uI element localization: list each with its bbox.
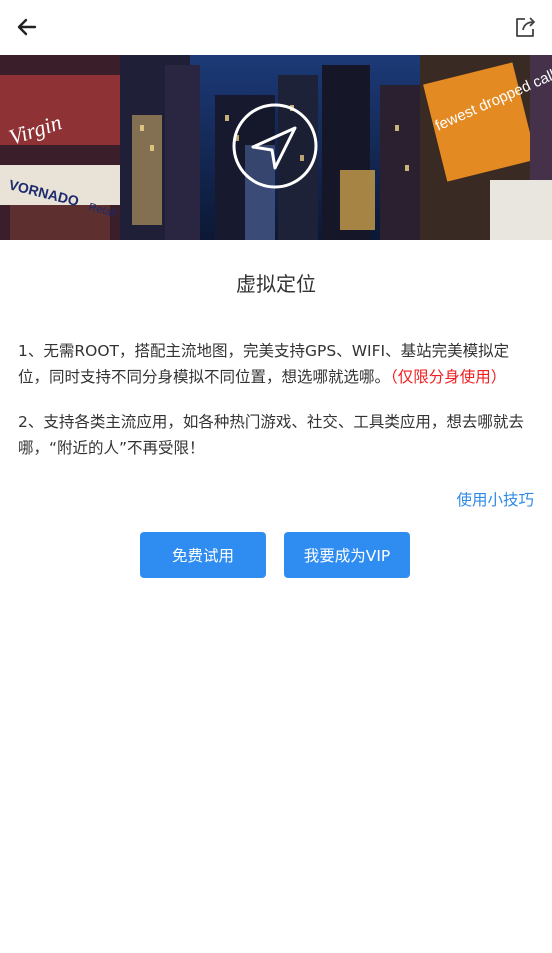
navigation-arrow-icon: [232, 103, 318, 189]
usage-tips-link[interactable]: 使用小技巧: [456, 488, 534, 510]
page-title: 虚拟定位: [236, 272, 316, 296]
feature-description-2: 2、支持各类主流应用，如各种热门游戏、社交、工具类应用，想去哪就去哪，“附近的人…: [18, 413, 524, 457]
free-trial-button[interactable]: 免费试用: [140, 532, 266, 578]
feature-description-1: 1、无需ROOT，搭配主流地图，完美支持GPS、WIFI、基站完美模拟定位，同时…: [18, 338, 534, 390]
share-icon: [516, 17, 535, 37]
share-button[interactable]: [508, 10, 542, 44]
become-vip-button[interactable]: 我要成为VIP: [284, 532, 410, 578]
arrow-left-icon: [17, 18, 37, 36]
clone-only-note: （仅限分身使用）: [390, 368, 507, 386]
hero-banner: Virgin VORNADO Retail fewest dropped cal…: [0, 55, 552, 240]
top-app-bar: [0, 0, 552, 56]
back-button[interactable]: [10, 10, 44, 44]
